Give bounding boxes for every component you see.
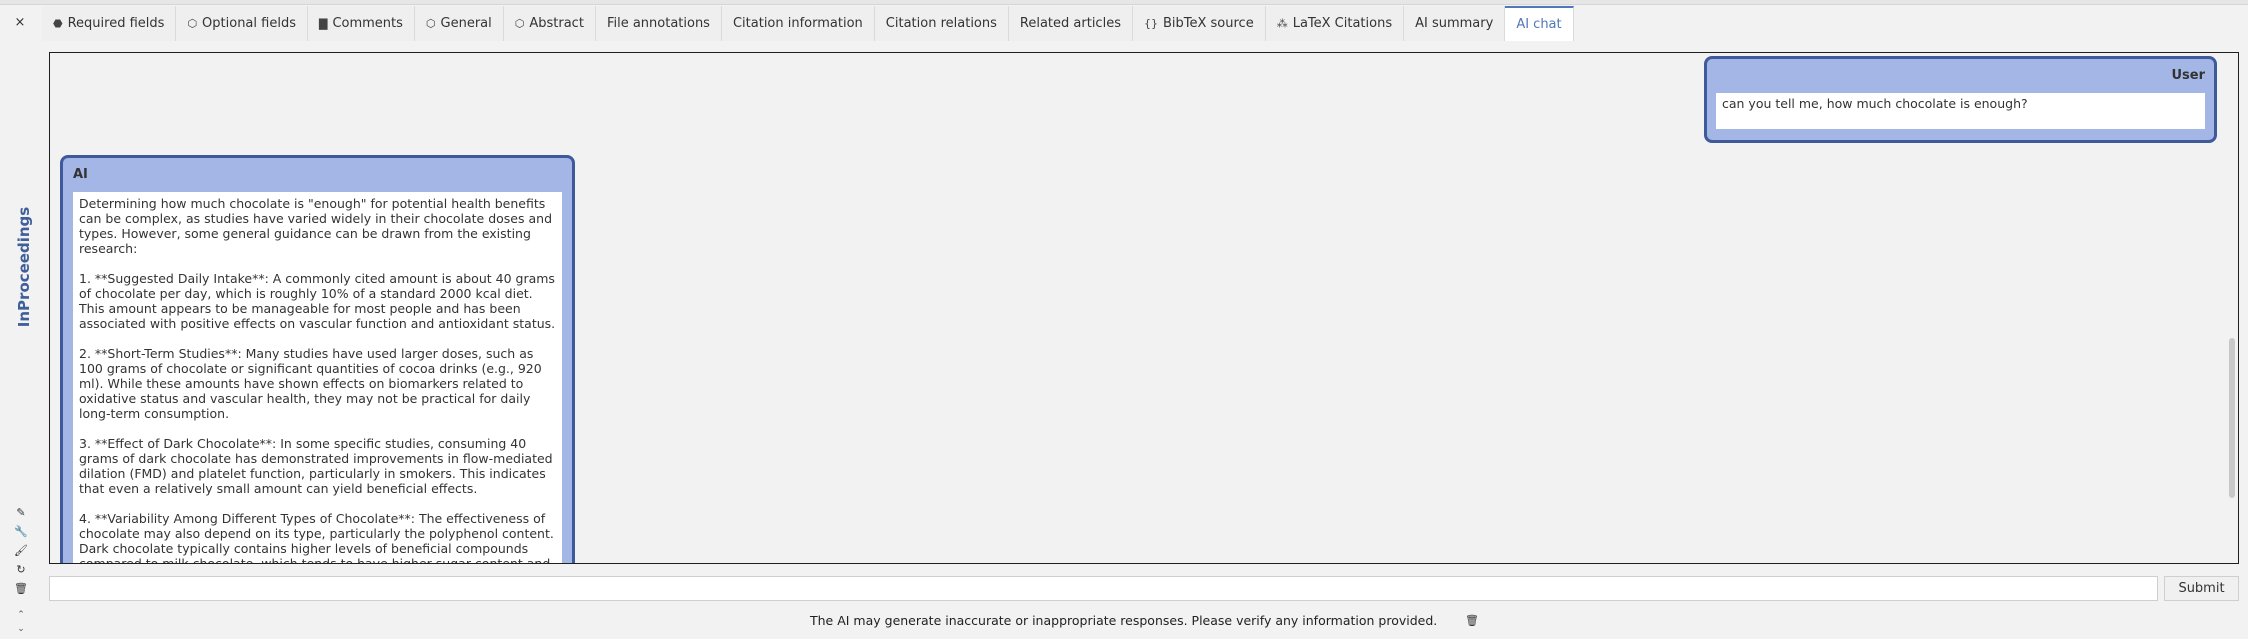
tab-label: Abstract — [529, 16, 584, 31]
sidebar-tools: ✎ 🔧 🖌 ↻ 🗑 — [12, 503, 30, 598]
tab-abstract[interactable]: ⬡ Abstract — [503, 6, 596, 41]
tab-label: Citation relations — [885, 16, 997, 31]
sidebar-scroll-controls: ⌃ ⌄ — [12, 608, 30, 636]
delete-icon[interactable]: 🗑 — [12, 579, 30, 598]
message-author: User — [2171, 68, 2205, 83]
message-author: AI — [73, 167, 88, 182]
submit-button[interactable]: Submit — [2164, 576, 2239, 601]
comment-icon: ▇ — [318, 17, 328, 30]
latex-icon: ⁂ — [1276, 17, 1288, 30]
tab-related-articles[interactable]: Related articles — [1008, 6, 1133, 41]
chat-input[interactable] — [49, 576, 2158, 601]
tab-file-annotations[interactable]: File annotations — [595, 6, 722, 41]
ai-message: AI Determining how much chocolate is "en… — [60, 155, 575, 564]
tab-required-fields[interactable]: ⬣ Required fields — [42, 6, 177, 41]
tab-latex-citations[interactable]: ⁂ LaTeX Citations — [1265, 6, 1405, 41]
entry-type-label: InProceedings — [15, 206, 33, 328]
tab-label: General — [440, 16, 492, 31]
tab-citation-relations[interactable]: Citation relations — [874, 6, 1009, 41]
trash-icon[interactable]: 🗑 — [1465, 614, 1479, 627]
tab-general[interactable]: ⬡ General — [414, 6, 504, 41]
ai-disclaimer: The AI may generate inaccurate or inappr… — [810, 613, 1438, 628]
braces-icon: {} — [1143, 17, 1158, 30]
message-paragraph: 4. **Variability Among Different Types o… — [79, 511, 554, 564]
tab-optional-fields[interactable]: ⬡ Optional fields — [176, 6, 308, 41]
tag-icon: ⬣ — [53, 17, 63, 30]
refresh-icon[interactable]: ↻ — [12, 560, 30, 579]
wrench-icon[interactable]: 🔧 — [12, 522, 30, 541]
chat-history[interactable]: User can you tell me, how much chocolate… — [49, 52, 2239, 564]
message-text: can you tell me, how much chocolate is e… — [1716, 93, 2205, 129]
tab-label: AI chat — [1516, 17, 1562, 32]
tag-outline-icon: ⬡ — [187, 17, 198, 30]
message-text: Determining how much chocolate is "enoug… — [73, 192, 562, 564]
message-paragraph: 2. **Short-Term Studies**: Many studies … — [79, 346, 542, 421]
tab-label: LaTeX Citations — [1292, 16, 1393, 31]
message-paragraph: 3. **Effect of Dark Chocolate**: In some… — [79, 436, 553, 496]
tab-ai-chat[interactable]: AI chat — [1505, 6, 1574, 41]
chevron-up-icon[interactable]: ⌃ — [12, 608, 30, 622]
tab-label: AI summary — [1415, 16, 1494, 31]
tab-label: File annotations — [606, 16, 710, 31]
message-paragraph: 1. **Suggested Daily Intake**: A commonl… — [79, 271, 556, 331]
tab-ai-summary[interactable]: AI summary — [1404, 6, 1506, 41]
tab-label: Comments — [332, 16, 403, 31]
tab-comments[interactable]: ▇ Comments — [307, 6, 415, 41]
tag-outline-icon: ⬡ — [425, 17, 436, 30]
tab-label: Related articles — [1019, 16, 1121, 31]
tab-label: Required fields — [67, 16, 165, 31]
close-icon[interactable]: × — [12, 15, 28, 31]
scrollbar-thumb[interactable] — [2229, 338, 2235, 498]
entry-editor-tabs: ⬣ Required fields ⬡ Optional fields ▇ Comme… — [42, 6, 1574, 41]
entry-editor-sidebar: × InProceedings ✎ 🔧 🖌 ↻ 🗑 ⌃ ⌄ — [0, 5, 42, 639]
window-top-border — [0, 0, 2248, 5]
tab-bibtex-source[interactable]: {} BibTeX source — [1132, 6, 1266, 41]
tab-label: Optional fields — [202, 16, 296, 31]
tab-label: Citation information — [732, 16, 863, 31]
tab-label: BibTeX source — [1162, 16, 1254, 31]
chat-scrollbar[interactable] — [2228, 53, 2237, 563]
tab-citation-information[interactable]: Citation information — [721, 6, 875, 41]
tag-outline-icon: ⬡ — [514, 17, 525, 30]
user-message: User can you tell me, how much chocolate… — [1704, 56, 2217, 143]
edit-icon[interactable]: ✎ — [12, 503, 30, 522]
brush-icon[interactable]: 🖌 — [12, 541, 30, 560]
message-paragraph: Determining how much chocolate is "enoug… — [79, 196, 553, 256]
chevron-down-icon[interactable]: ⌄ — [12, 622, 30, 636]
